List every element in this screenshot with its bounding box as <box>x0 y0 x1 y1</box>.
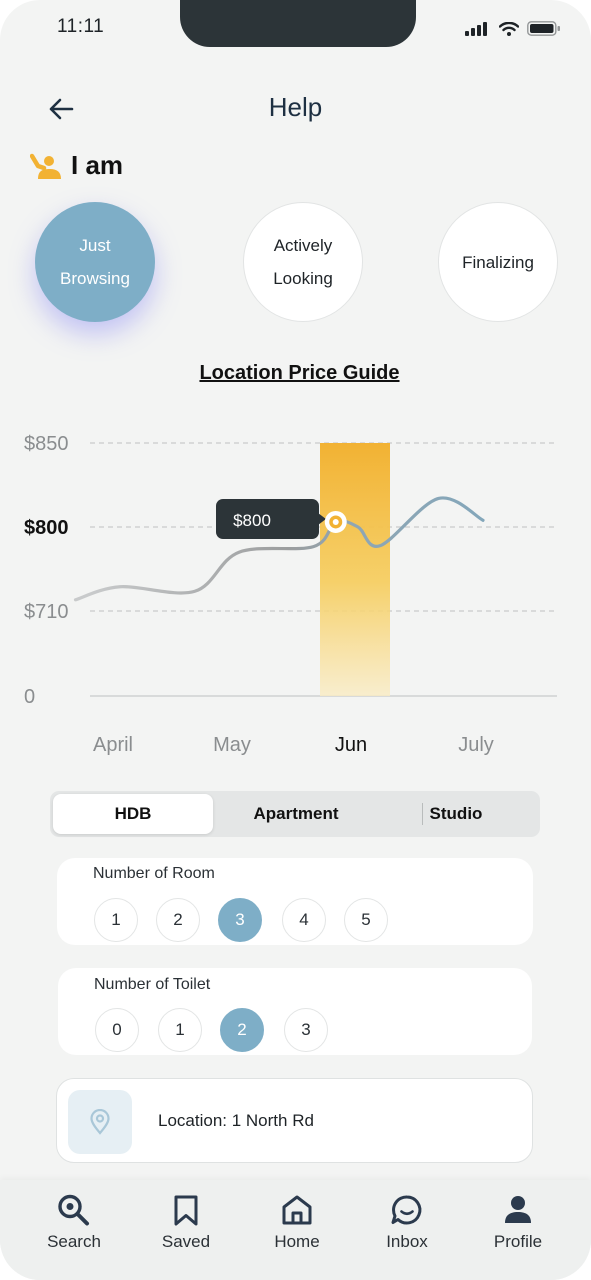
location-pin-icon <box>90 1109 110 1135</box>
toilet-option-0[interactable]: 0 <box>95 1008 139 1052</box>
y-tick-label: $800 <box>24 517 69 539</box>
search-icon <box>58 1194 89 1226</box>
tab-apartment[interactable]: Apartment <box>216 794 376 834</box>
toilet-option-1[interactable]: 1 <box>158 1008 202 1052</box>
room-option-5[interactable]: 5 <box>344 898 388 942</box>
rooms-title: Number of Room <box>93 865 215 882</box>
x-tick-label: Jun <box>335 734 367 756</box>
nav-inbox[interactable]: Inbox <box>362 1194 452 1252</box>
x-tick-label: May <box>213 734 251 756</box>
stage-label-line: Browsing <box>60 269 130 288</box>
profile-icon <box>505 1196 531 1223</box>
rooms-card: Number of Room 1 2 3 4 5 <box>57 858 533 945</box>
status-icons <box>465 21 561 36</box>
x-tick-label: April <box>93 734 133 756</box>
y-tick-label: $850 <box>24 433 69 455</box>
page-title: Help <box>268 92 323 122</box>
battery-icon <box>527 21 560 36</box>
nav-label: Home <box>274 1232 320 1251</box>
stage-just-browsing[interactable]: Just Browsing <box>35 202 155 322</box>
room-option-4[interactable]: 4 <box>282 898 326 942</box>
room-option-3[interactable]: 3 <box>218 898 262 942</box>
nav-search[interactable]: Search <box>29 1194 119 1252</box>
highlight-bar <box>320 443 390 696</box>
room-option-1[interactable]: 1 <box>94 898 138 942</box>
nav-label: Profile <box>493 1232 543 1251</box>
home-icon <box>282 1195 312 1225</box>
i-am-label: I am <box>71 150 124 180</box>
phone-screen: 11:11 Help I am Just Browsing Actively L… <box>0 0 591 1280</box>
nav-label: Saved <box>161 1232 211 1251</box>
status-time: 11:11 <box>57 16 105 37</box>
location-icon-box <box>68 1090 132 1154</box>
nav-saved[interactable]: Saved <box>141 1194 231 1252</box>
signal-icon <box>465 21 487 36</box>
toilets-title: Number of Toilet <box>94 976 211 993</box>
property-type-switch: HDB Apartment Studio <box>50 791 540 837</box>
stage-finalizing[interactable]: Finalizing <box>438 202 558 322</box>
price-guide-title: Location Price Guide <box>199 362 400 384</box>
nav-label: Inbox <box>386 1232 428 1251</box>
stage-actively-looking[interactable]: Actively Looking <box>243 202 363 322</box>
stage-label-line: Finalizing <box>462 252 534 272</box>
y-tick-label: $710 <box>24 601 69 623</box>
tab-studio[interactable]: Studio <box>376 794 536 834</box>
wifi-icon <box>499 21 519 36</box>
stage-label-line: Actively <box>273 236 333 255</box>
stage-label-line: Just <box>79 236 111 255</box>
bottom-nav: Search Saved Home Inbox Profile <box>0 1180 591 1280</box>
i-am-heading: I am <box>30 150 123 181</box>
x-tick-label: July <box>458 734 494 756</box>
toilet-option-3[interactable]: 3 <box>284 1008 328 1052</box>
y-tick-label: 0 <box>24 686 35 708</box>
tab-hdb[interactable]: HDB <box>53 794 213 834</box>
hand-raised-person-icon <box>30 153 61 179</box>
data-point-marker-center <box>332 518 339 525</box>
toilet-option-2[interactable]: 2 <box>220 1008 264 1052</box>
nav-label: Search <box>47 1232 101 1251</box>
location-text: Location: 1 North Rd <box>158 1111 314 1130</box>
nav-profile[interactable]: Profile <box>473 1194 563 1252</box>
bookmark-icon <box>174 1195 198 1226</box>
room-option-2[interactable]: 2 <box>156 898 200 942</box>
camera-notch <box>180 0 416 47</box>
toilets-card: Number of Toilet 0 1 2 3 <box>58 968 532 1055</box>
tooltip-value: $800 <box>233 511 271 530</box>
chat-icon <box>391 1195 422 1225</box>
price-chart: $850 $800 $710 0 April May Jun July $800 <box>24 433 557 756</box>
nav-home[interactable]: Home <box>252 1194 342 1252</box>
location-field[interactable]: Location: 1 North Rd <box>56 1078 533 1163</box>
stage-label-line: Looking <box>273 269 333 288</box>
